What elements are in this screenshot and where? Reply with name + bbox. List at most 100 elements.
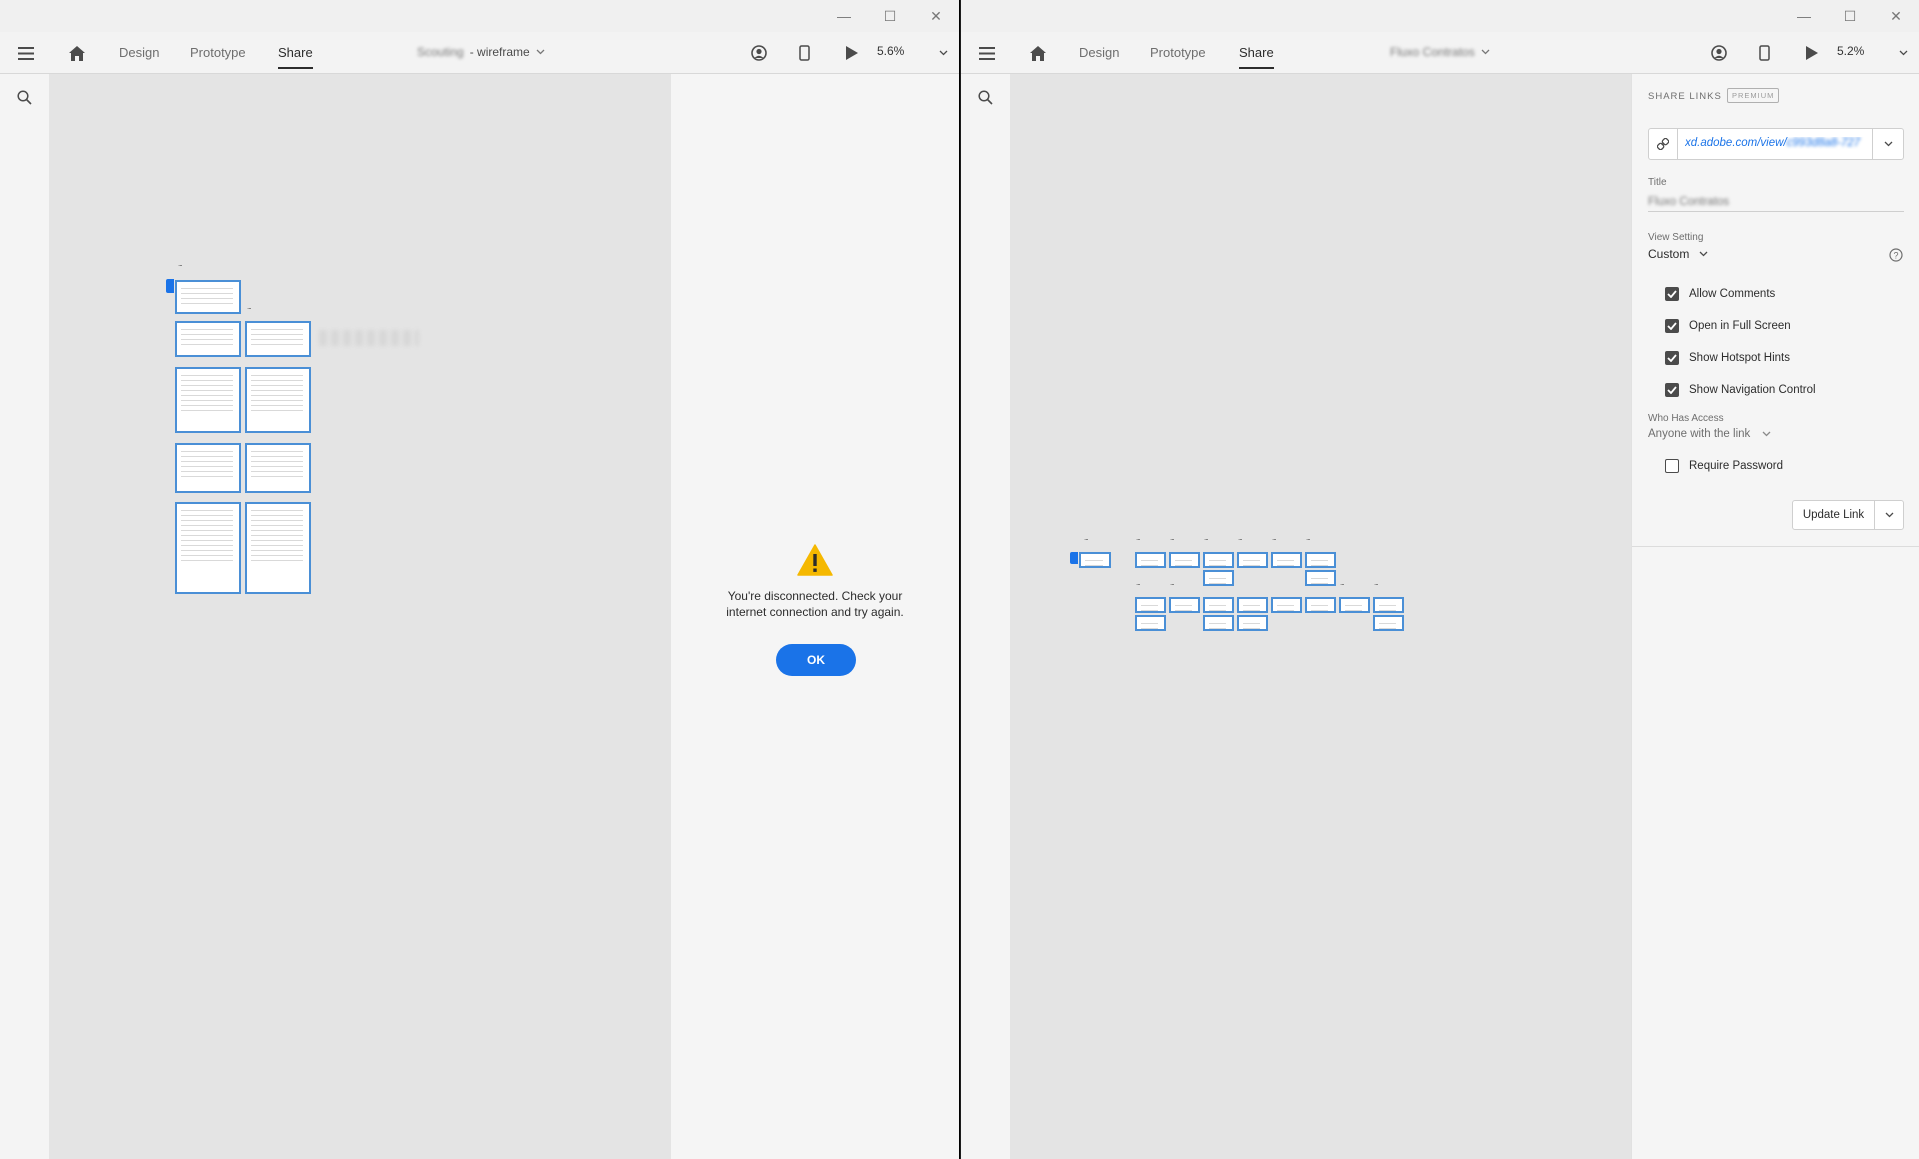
user-profile-icon[interactable]: [1708, 43, 1730, 63]
title-input[interactable]: Fluxo Contratos: [1648, 192, 1904, 212]
artboard-thumbnail[interactable]: [175, 280, 241, 314]
title-bar: — ☐ ✕: [0, 0, 959, 32]
play-icon[interactable]: [1800, 43, 1822, 63]
artboard-thumbnail[interactable]: [1339, 597, 1370, 613]
document-title[interactable]: Fluxo Contratos: [1390, 45, 1490, 59]
design-canvas[interactable]: ... ... ... ... ... ... ... ... ... ... …: [1010, 74, 1631, 1159]
artboard-thumbnail[interactable]: [1305, 552, 1336, 568]
user-profile-icon[interactable]: [748, 43, 770, 63]
artboard-thumbnail[interactable]: [245, 502, 311, 594]
artboard-thumbnail[interactable]: [1203, 570, 1234, 586]
checkbox-checked-icon[interactable]: [1665, 287, 1679, 301]
checkbox-checked-icon[interactable]: [1665, 383, 1679, 397]
view-setting-value: Custom: [1648, 247, 1690, 261]
minimize-button[interactable]: —: [821, 0, 867, 32]
artboard-label: ...: [1136, 533, 1141, 542]
artboard-thumbnail[interactable]: [1237, 597, 1268, 613]
artboard-thumbnail[interactable]: [175, 443, 241, 493]
warning-icon: [797, 544, 833, 581]
tab-share[interactable]: Share: [1239, 45, 1274, 69]
document-title-blurred: Scouting: [417, 45, 464, 59]
tab-design[interactable]: Design: [119, 45, 159, 60]
artboard-thumbnail[interactable]: [1271, 597, 1302, 613]
document-title-suffix: - wireframe: [469, 45, 530, 59]
document-title-blurred: Fluxo Contratos: [1390, 45, 1475, 59]
checkbox-unchecked-icon[interactable]: [1665, 459, 1679, 473]
artboard-thumbnail[interactable]: [175, 502, 241, 594]
option-allow-comments[interactable]: Allow Comments: [1665, 287, 1775, 301]
zoom-chevron-down-icon[interactable]: [1892, 43, 1914, 63]
artboard-thumbnail[interactable]: [1135, 597, 1166, 613]
who-has-access-dropdown[interactable]: Anyone with the link: [1648, 428, 1771, 440]
artboard-thumbnail[interactable]: [1237, 615, 1268, 631]
zoom-level[interactable]: 5.2%: [1837, 44, 1864, 58]
share-link-field[interactable]: xd.adobe.com/view/c993d8a8-727: [1648, 128, 1904, 160]
update-link-chevron-icon[interactable]: [1875, 501, 1903, 529]
artboard-thumbnail[interactable]: [1169, 597, 1200, 613]
artboard-thumbnail[interactable]: [1373, 597, 1404, 613]
option-show-hotspot-hints[interactable]: Show Hotspot Hints: [1665, 351, 1790, 365]
design-canvas[interactable]: ... ...: [49, 74, 671, 1159]
artboard-thumbnail[interactable]: [1305, 597, 1336, 613]
right-app-window: — ☐ ✕ Design Prototype Share Fluxo Contr…: [961, 0, 1919, 1159]
disconnected-message-line: internet connection and try again.: [726, 605, 904, 619]
artboard-thumbnail[interactable]: [1271, 552, 1302, 568]
artboard-thumbnail[interactable]: [1169, 552, 1200, 568]
mobile-preview-icon[interactable]: [1753, 43, 1775, 63]
title-label: Title: [1648, 177, 1667, 188]
artboard-thumbnail[interactable]: [245, 443, 311, 493]
artboard-label: ...: [1084, 533, 1089, 542]
artboard-thumbnail[interactable]: [1203, 615, 1234, 631]
play-icon[interactable]: [840, 43, 862, 63]
option-open-full-screen[interactable]: Open in Full Screen: [1665, 319, 1791, 333]
artboard-thumbnail[interactable]: [1135, 552, 1166, 568]
artboard-thumbnail[interactable]: [1079, 552, 1111, 568]
option-show-navigation-control[interactable]: Show Navigation Control: [1665, 383, 1816, 397]
search-icon[interactable]: [17, 90, 32, 110]
maximize-button[interactable]: ☐: [867, 0, 913, 32]
artboard-thumbnail[interactable]: [1135, 615, 1166, 631]
zoom-chevron-down-icon[interactable]: [932, 43, 954, 63]
home-icon[interactable]: [66, 43, 88, 63]
tab-prototype[interactable]: Prototype: [1150, 45, 1206, 60]
artboard-thumbnail[interactable]: [175, 321, 241, 357]
chevron-down-icon: [536, 49, 545, 55]
home-icon[interactable]: [1027, 43, 1049, 63]
artboard-thumbnail[interactable]: [245, 367, 311, 433]
document-title[interactable]: Scouting - wireframe: [417, 45, 545, 59]
zoom-level[interactable]: 5.6%: [877, 44, 904, 58]
search-icon[interactable]: [978, 90, 993, 110]
close-button[interactable]: ✕: [1873, 0, 1919, 32]
artboard-thumbnail[interactable]: [1203, 552, 1234, 568]
option-label: Open in Full Screen: [1689, 320, 1791, 332]
artboard-thumbnail[interactable]: [1203, 597, 1234, 613]
view-setting-dropdown[interactable]: Custom: [1648, 247, 1708, 261]
blurred-annotation: [319, 330, 419, 346]
close-button[interactable]: ✕: [913, 0, 959, 32]
option-require-password[interactable]: Require Password: [1665, 459, 1783, 473]
artboard-thumbnail[interactable]: [1373, 615, 1404, 631]
mobile-preview-icon[interactable]: [793, 43, 815, 63]
link-dropdown-chevron-icon[interactable]: [1872, 129, 1903, 159]
share-link-prefix: xd.adobe.com/view/: [1685, 137, 1787, 149]
tab-design[interactable]: Design: [1079, 45, 1119, 60]
link-icon: [1649, 129, 1678, 159]
hamburger-menu-icon[interactable]: [976, 43, 998, 63]
artboard-label: ...: [1170, 578, 1175, 587]
artboard-thumbnail[interactable]: [1237, 552, 1268, 568]
update-link-button[interactable]: Update Link: [1793, 501, 1875, 529]
option-label: Show Navigation Control: [1689, 384, 1816, 396]
artboard-thumbnail[interactable]: [245, 321, 311, 357]
maximize-button[interactable]: ☐: [1827, 0, 1873, 32]
help-icon[interactable]: ?: [1889, 248, 1903, 267]
hamburger-menu-icon[interactable]: [15, 43, 37, 63]
artboard-thumbnail[interactable]: [1305, 570, 1336, 586]
tab-share[interactable]: Share: [278, 45, 313, 69]
checkbox-checked-icon[interactable]: [1665, 351, 1679, 365]
minimize-button[interactable]: —: [1781, 0, 1827, 32]
checkbox-checked-icon[interactable]: [1665, 319, 1679, 333]
tab-prototype[interactable]: Prototype: [190, 45, 246, 60]
share-link-url[interactable]: xd.adobe.com/view/c993d8a8-727: [1685, 137, 1865, 149]
ok-button[interactable]: OK: [776, 644, 856, 676]
artboard-thumbnail[interactable]: [175, 367, 241, 433]
